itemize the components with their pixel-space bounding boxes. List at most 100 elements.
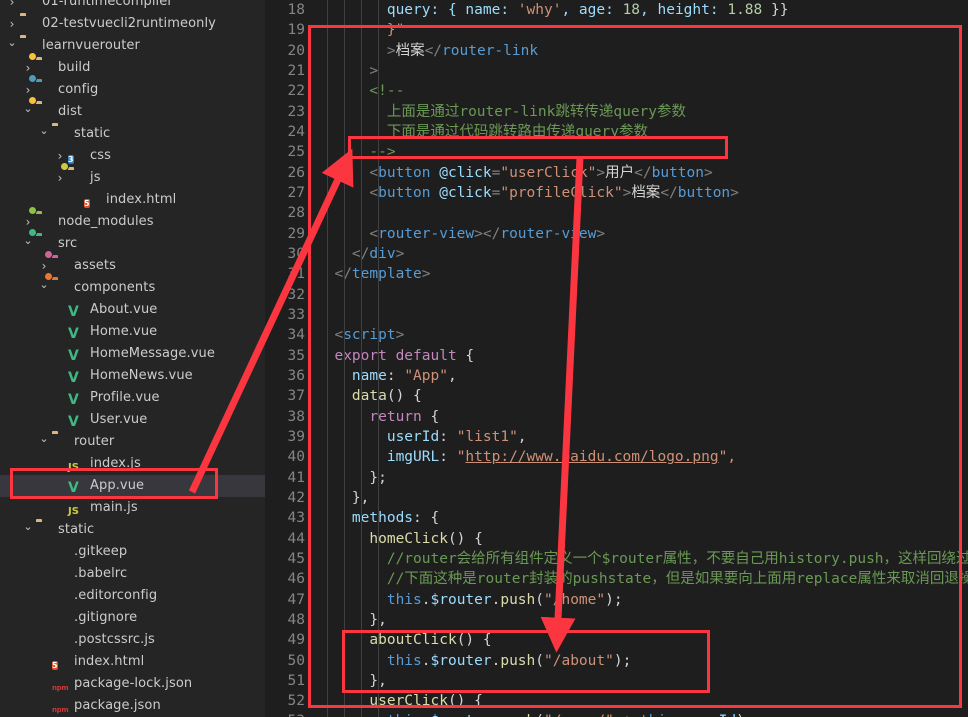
code-line[interactable]: 30 </div> xyxy=(265,244,968,264)
line-content[interactable]: > xyxy=(317,61,968,81)
code-line[interactable]: 24 下面是通过代码跳转路由传递query参数 xyxy=(265,122,968,142)
tree-item-profile-vue[interactable]: V Profile.vue xyxy=(0,387,265,409)
tree-item-index-html[interactable]: 5 index.html xyxy=(0,651,265,673)
line-content[interactable]: homeClick() { xyxy=(317,529,968,549)
tree-item-static[interactable]: ⌄ static xyxy=(0,519,265,541)
tree-item-components[interactable]: ⌄ components xyxy=(0,272,265,299)
tree-item-node-modules[interactable]: › node_modules xyxy=(0,206,265,233)
line-content[interactable]: <router-view></router-view> xyxy=(317,224,968,244)
line-content[interactable]: <!-- xyxy=(317,81,968,101)
chevron-down-icon[interactable]: ⌄ xyxy=(36,428,52,450)
tree-item-package-json[interactable]: npm package.json xyxy=(0,695,265,717)
tree-item--babelrc[interactable]: .babelrc xyxy=(0,563,265,585)
code-line[interactable]: 51 }, xyxy=(265,671,968,691)
line-content[interactable]: data() { xyxy=(317,386,968,406)
code-line[interactable]: 39 userId: "list1", xyxy=(265,427,968,447)
code-line[interactable]: 23 上面是通过router-link跳转传递query参数 xyxy=(265,102,968,122)
line-content[interactable]: }, xyxy=(317,610,968,630)
tree-item-js[interactable]: › js xyxy=(0,162,265,189)
tree-item--gitkeep[interactable]: .gitkeep xyxy=(0,541,265,563)
line-content[interactable] xyxy=(317,203,968,223)
line-content[interactable]: </div> xyxy=(317,244,968,264)
chevron-right-icon[interactable]: › xyxy=(4,0,20,13)
tree-item-package-lock-json[interactable]: npm package-lock.json xyxy=(0,673,265,695)
tree-item-home-vue[interactable]: V Home.vue xyxy=(0,321,265,343)
line-content[interactable]: this.$router.push("/home"); xyxy=(317,590,968,610)
code-line[interactable]: 42 }, xyxy=(265,488,968,508)
tree-item--postcssrc-js[interactable]: .postcssrc.js xyxy=(0,629,265,651)
tree-item-about-vue[interactable]: V About.vue xyxy=(0,299,265,321)
code-line[interactable]: 45 //router会给所有组件定义一个$router属性，不要自己用hist… xyxy=(265,549,968,569)
tree-item-router[interactable]: ⌄ router xyxy=(0,431,265,453)
code-line[interactable]: 33 xyxy=(265,305,968,325)
file-tree[interactable]: › 01-runtimecompiler › 02-testvuecli2runtim… xyxy=(0,0,265,717)
line-content[interactable]: </template> xyxy=(317,264,968,284)
code-line[interactable]: 36 name: "App", xyxy=(265,366,968,386)
line-content[interactable]: query: { name: 'why', age: 18, height: 1… xyxy=(317,0,968,20)
tree-item-homemessage-vue[interactable]: V HomeMessage.vue xyxy=(0,343,265,365)
line-content[interactable]: this.$router.push("/about"); xyxy=(317,651,968,671)
code-line[interactable]: 48 }, xyxy=(265,610,968,630)
tree-item-homenews-vue[interactable]: V HomeNews.vue xyxy=(0,365,265,387)
tree-item-02-testvuecli2runtimeonly[interactable]: › 02-testvuecli2runtimeonly xyxy=(0,13,265,35)
code-lines[interactable]: 18 query: { name: 'why', age: 18, height… xyxy=(265,0,968,717)
code-line[interactable]: 41 }; xyxy=(265,468,968,488)
code-line[interactable]: 44 homeClick() { xyxy=(265,529,968,549)
code-line[interactable]: 19 }" xyxy=(265,20,968,40)
line-content[interactable]: <button @click="userClick">用户</button> xyxy=(317,163,968,183)
line-content[interactable]: //router会给所有组件定义一个$router属性，不要自己用history… xyxy=(317,549,968,569)
tree-item-main-js[interactable]: JS main.js xyxy=(0,497,265,519)
code-line[interactable]: 52 userClick() { xyxy=(265,691,968,711)
tree-item-index-html[interactable]: 5 index.html xyxy=(0,189,265,211)
line-content[interactable]: --> xyxy=(317,142,968,162)
code-line[interactable]: 22 <!-- xyxy=(265,81,968,101)
code-line[interactable]: 20 >档案</router-link xyxy=(265,41,968,61)
tree-item-static[interactable]: ⌄ static xyxy=(0,123,265,145)
line-content[interactable]: return { xyxy=(317,407,968,427)
code-line[interactable]: 35 export default { xyxy=(265,346,968,366)
chevron-down-icon[interactable]: ⌄ xyxy=(20,516,36,538)
code-line[interactable]: 25 --> xyxy=(265,142,968,162)
code-line[interactable]: 32 xyxy=(265,285,968,305)
code-line[interactable]: 50 this.$router.push("/about"); xyxy=(265,651,968,671)
code-line[interactable]: 28 xyxy=(265,203,968,223)
tree-item-src[interactable]: ⌄ src xyxy=(0,228,265,255)
code-line[interactable]: 53 this.$router.push("/user/" + this.use… xyxy=(265,711,968,717)
line-content[interactable]: }" xyxy=(317,20,968,40)
code-line[interactable]: 43 methods: { xyxy=(265,508,968,528)
code-line[interactable]: 49 aboutClick() { xyxy=(265,630,968,650)
code-line[interactable]: 18 query: { name: 'why', age: 18, height… xyxy=(265,0,968,20)
code-line[interactable]: 40 imgURL: "http://www.baidu.com/logo.pn… xyxy=(265,447,968,467)
code-line[interactable]: 38 return { xyxy=(265,407,968,427)
code-line[interactable]: 34 <script> xyxy=(265,325,968,345)
line-content[interactable]: 下面是通过代码跳转路由传递query参数 xyxy=(317,122,968,142)
code-line[interactable]: 47 this.$router.push("/home"); xyxy=(265,590,968,610)
line-content[interactable]: this.$router.push("/user/" + this.userId… xyxy=(317,711,968,717)
line-content[interactable]: export default { xyxy=(317,346,968,366)
code-line[interactable]: 21 > xyxy=(265,61,968,81)
tree-item-index-js[interactable]: JS index.js xyxy=(0,453,265,475)
code-line[interactable]: 29 <router-view></router-view> xyxy=(265,224,968,244)
line-content[interactable]: <script> xyxy=(317,325,968,345)
code-line[interactable]: 46 //下面这种是router封装的pushstate，但是如果要向上面用re… xyxy=(265,569,968,589)
code-editor[interactable]: 18 query: { name: 'why', age: 18, height… xyxy=(265,0,968,717)
line-content[interactable]: userClick() { xyxy=(317,691,968,711)
line-content[interactable]: >档案</router-link xyxy=(317,41,968,61)
tree-item--editorconfig[interactable]: .editorconfig xyxy=(0,585,265,607)
tree-item-learnvuerouter[interactable]: ⌄ learnvuerouter xyxy=(0,35,265,57)
tree-item-config[interactable]: › config xyxy=(0,74,265,101)
line-content[interactable] xyxy=(317,285,968,305)
line-content[interactable] xyxy=(317,305,968,325)
tree-item-01-runtimecompiler[interactable]: › 01-runtimecompiler xyxy=(0,0,265,13)
line-content[interactable]: userId: "list1", xyxy=(317,427,968,447)
chevron-down-icon[interactable]: ⌄ xyxy=(4,32,20,54)
chevron-down-icon[interactable]: ⌄ xyxy=(36,120,52,142)
code-line[interactable]: 26 <button @click="userClick">用户</button… xyxy=(265,163,968,183)
code-line[interactable]: 37 data() { xyxy=(265,386,968,406)
file-explorer-sidebar[interactable]: › 01-runtimecompiler › 02-testvuecli2runtim… xyxy=(0,0,265,717)
tree-item-app-vue[interactable]: V App.vue xyxy=(0,475,265,497)
code-line[interactable]: 31 </template> xyxy=(265,264,968,284)
line-content[interactable]: }; xyxy=(317,468,968,488)
code-line[interactable]: 27 <button @click="profileClick">档案</but… xyxy=(265,183,968,203)
tree-item--gitignore[interactable]: .gitignore xyxy=(0,607,265,629)
